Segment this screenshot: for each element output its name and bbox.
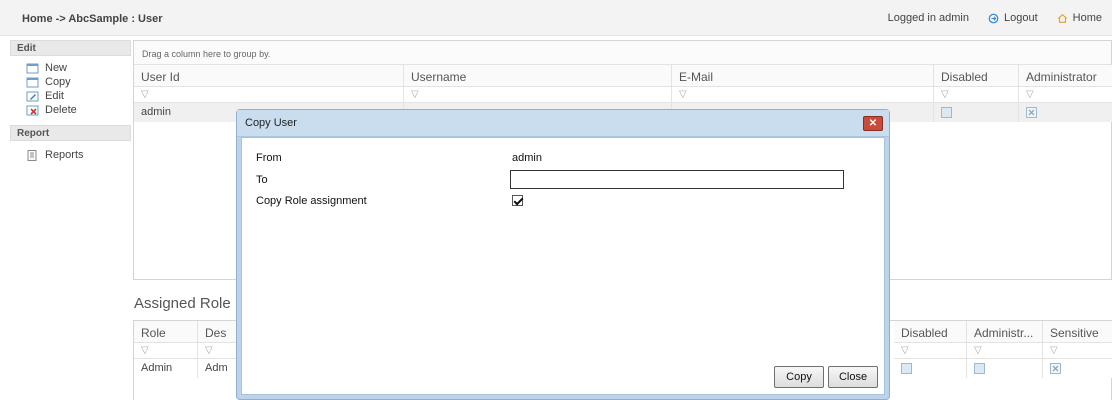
cell-administrator [1019,103,1112,122]
disabled-checkbox[interactable] [901,363,912,374]
filter-cell[interactable]: ▽ [134,87,404,103]
cell-administrator [967,359,1043,378]
filter-cell[interactable]: ▽ [934,87,1019,103]
sidebar-item-label: New [45,62,68,74]
to-input[interactable] [510,170,844,189]
filter-icon[interactable]: ▽ [141,345,149,356]
cell-disabled [934,103,1019,122]
filter-cell[interactable]: ▽ [1019,87,1112,103]
dialog-title-bar[interactable]: Copy User ✕ [237,110,889,137]
sidebar-heading-report: Report [10,125,131,141]
breadcrumb: Home -> AbcSample : User [22,13,163,25]
reports-icon [27,149,37,161]
disabled-checkbox[interactable] [941,107,952,118]
column-header-disabled[interactable]: Disabled [894,321,967,343]
filter-cell[interactable]: ▽ [894,343,967,359]
top-bar: Home -> AbcSample : User Logged in admin… [0,0,1112,36]
filter-icon[interactable]: ▽ [1026,89,1034,100]
sidebar-item-new[interactable]: New [10,61,131,75]
filter-icon[interactable]: ▽ [141,89,149,100]
filter-icon[interactable]: ▽ [1050,345,1058,356]
column-header-role[interactable]: Role [134,321,198,343]
filter-cell[interactable]: ▽ [967,343,1043,359]
new-icon [26,63,39,73]
sidebar: Edit New Copy Edit Delete Report Reports [10,40,131,162]
group-by-hint: Drag a column here to group by. [134,41,1111,65]
logout-icon [988,13,999,23]
filter-icon[interactable]: ▽ [941,89,949,100]
sidebar-item-label: Reports [45,149,84,161]
column-header-description[interactable]: Des [198,321,238,343]
cell-disabled [894,359,967,378]
logout-label: Logout [1004,12,1038,24]
sidebar-item-label: Delete [45,104,77,116]
administrator-checkbox[interactable] [974,363,985,374]
home-label: Home [1072,12,1102,24]
home-link[interactable]: Home [1056,12,1102,24]
filter-icon[interactable]: ▽ [411,89,419,100]
filter-cell[interactable]: ▽ [198,343,238,359]
filter-icon[interactable]: ▽ [901,345,909,356]
to-label: To [256,174,268,186]
filter-icon[interactable]: ▽ [205,345,213,356]
sidebar-item-label: Edit [45,90,64,102]
column-header-administrator[interactable]: Administrator [1019,65,1112,87]
sidebar-heading-edit: Edit [10,40,131,56]
sidebar-item-delete[interactable]: Delete [10,103,131,117]
administrator-checkbox[interactable] [1026,107,1037,118]
filter-icon[interactable]: ▽ [679,89,687,100]
logout-link[interactable]: Logout [987,12,1038,24]
cell-role: Admin [134,359,198,378]
column-header-administrator[interactable]: Administr... [967,321,1043,343]
filter-cell[interactable]: ▽ [1043,343,1112,359]
cell-description: Adm [198,359,238,378]
column-header-sensitive[interactable]: Sensitive [1043,321,1112,343]
copy-icon [26,77,39,87]
cell-sensitive [1043,359,1112,378]
copy-user-dialog: Copy User ✕ From admin To Copy Role assi… [236,109,890,400]
copy-role-checkbox[interactable] [512,195,523,206]
column-header-username[interactable]: Username [404,65,672,87]
from-label: From [256,152,282,164]
column-header-user-id[interactable]: User Id [134,65,404,87]
logged-in-label: Logged in admin [887,12,969,24]
edit-icon [26,91,39,101]
filter-cell[interactable]: ▽ [404,87,672,103]
from-value: admin [512,152,542,164]
sidebar-item-copy[interactable]: Copy [10,75,131,89]
close-icon[interactable]: ✕ [863,116,883,131]
filter-icon[interactable]: ▽ [974,345,982,356]
copy-role-label: Copy Role assignment [256,195,367,207]
close-button[interactable]: Close [828,366,878,388]
home-icon [1057,13,1067,23]
filter-cell[interactable]: ▽ [134,343,198,359]
sidebar-item-reports[interactable]: Reports [10,148,131,162]
dialog-title: Copy User [245,117,297,129]
sidebar-item-label: Copy [45,76,71,88]
sidebar-item-edit[interactable]: Edit [10,89,131,103]
dialog-body: From admin To Copy Role assignment Copy … [241,137,885,395]
assigned-roles-title: Assigned Role [134,295,231,312]
copy-button[interactable]: Copy [774,366,824,388]
column-header-disabled[interactable]: Disabled [934,65,1019,87]
delete-icon [26,105,39,115]
sensitive-checkbox[interactable] [1050,363,1061,374]
filter-cell[interactable]: ▽ [672,87,934,103]
column-header-email[interactable]: E-Mail [672,65,934,87]
user-box: Logged in admin Logout Home [888,12,1102,24]
